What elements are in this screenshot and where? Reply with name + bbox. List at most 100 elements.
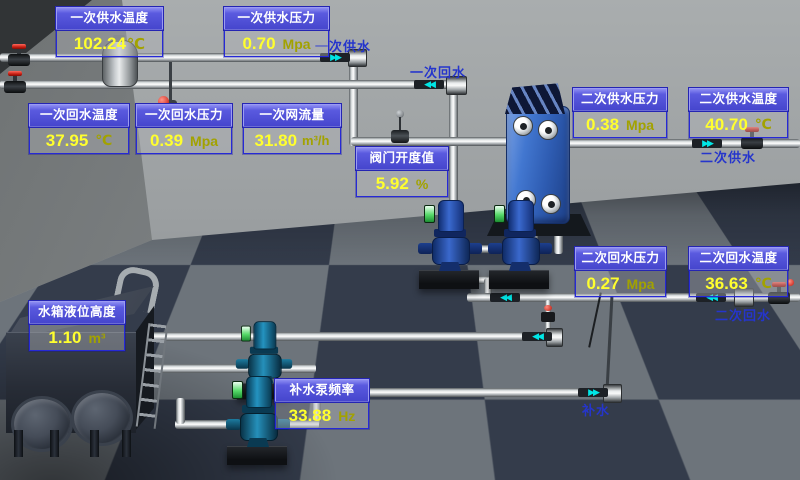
tag-value-box: 1.10 m³ (29, 324, 125, 351)
pump-volute (432, 237, 470, 265)
tag-title: 二次供水压力 (573, 88, 667, 111)
valve-handle (544, 305, 552, 311)
tag-unit: ℃ (127, 35, 145, 53)
circulation-pump-2[interactable] (488, 198, 552, 290)
tag-title: 二次回水温度 (689, 247, 788, 270)
tag-value: 33.88 (289, 406, 332, 426)
pipe-label-makeup-water: 补水 (582, 400, 610, 419)
plant-room-scene: ▶▶ ◀◀ ▶▶ ◀◀ ◀◀ ◀◀ ▶▶ (0, 0, 800, 480)
tank-leg (122, 430, 131, 457)
tag-title: 二次回水压力 (575, 247, 666, 270)
valve-body (4, 81, 26, 93)
pump-motor (508, 200, 534, 232)
flow-arrow-icon: ◀◀ (522, 332, 552, 341)
tag-makeup-pump-frequency: 补水泵频率 33.88Hz (275, 379, 369, 429)
tag-value-box: 31.80 m³/h (243, 127, 341, 154)
tag-secondary-supply-pressure: 二次供水压力 0.38 Mpa (573, 88, 667, 138)
tag-unit: Mpa (283, 36, 311, 52)
tag-value-box: 0.27 Mpa (575, 270, 666, 297)
tag-title: 一次回水温度 (29, 104, 129, 127)
tag-value-box: 0.70 Mpa (224, 30, 329, 57)
pipe-label-primary-return: 一次回水 (410, 62, 466, 81)
pump-base (419, 270, 479, 289)
tag-value: 0.39 (150, 131, 183, 151)
flow-arrow-icon: ◀◀ (490, 293, 520, 302)
hx-port-top-right (538, 120, 558, 140)
tag-title: 水箱液位高度 (29, 301, 125, 324)
pump-suction-stub (226, 419, 241, 430)
tag-value-box: 37.95℃ (29, 127, 129, 154)
valve-body (391, 130, 409, 143)
circulation-pump-1[interactable] (418, 198, 482, 290)
valve-indicator-red (787, 279, 794, 286)
tag-title: 二次供水温度 (689, 88, 788, 111)
tag-unit: Mpa (190, 133, 218, 149)
tag-title: 一次回水压力 (136, 104, 232, 127)
tank-leg (50, 430, 59, 457)
tag-value-box: 40.70 ℃ (689, 111, 788, 138)
hx-port-top-left (513, 116, 533, 136)
tag-unit: m³ (88, 330, 105, 346)
flow-arrow-icon: ◀◀ (414, 80, 444, 89)
pump-cone (509, 262, 531, 271)
valve-handle (12, 44, 26, 49)
pipe-secondary-supply (562, 139, 800, 148)
tag-unit: ℃ (755, 116, 772, 133)
valve-stem (399, 117, 401, 130)
valve-body (541, 312, 555, 322)
flow-arrow-icon: ▶▶ (578, 388, 608, 397)
pump-suction-stub (236, 359, 249, 369)
tag-value: 102.24 (74, 34, 126, 54)
tag-value: 31.80 (255, 131, 298, 151)
valve-body (8, 54, 30, 66)
tag-title: 一次供水压力 (224, 7, 329, 30)
pump-cone (247, 438, 269, 447)
pipe-primary-supply-riser (349, 58, 358, 146)
pipe-tank-fill (148, 332, 558, 341)
tag-title: 阀门开度值 (356, 147, 448, 170)
tag-value-box: 0.39 Mpa (136, 127, 232, 154)
tag-value-box: 102.24℃ (56, 30, 163, 57)
tag-valve-opening: 阀门开度值 5.92% (356, 147, 448, 197)
bypass-stem (169, 62, 172, 104)
pump-base (227, 446, 287, 465)
pump-run-indicator (494, 205, 505, 223)
pipe-tank-outlet (176, 398, 185, 424)
pump-volute (502, 237, 540, 265)
tag-unit: m³/h (302, 133, 329, 148)
tag-value-box: 0.38 Mpa (573, 111, 667, 138)
hx-tie-rods (505, 80, 565, 114)
tag-unit: Mpa (626, 117, 654, 133)
tag-value-box: 36.63℃ (689, 270, 788, 297)
tag-primary-network-flow: 一次网流量 31.80 m³/h (243, 104, 341, 154)
pump-motor (253, 321, 276, 349)
tag-secondary-supply-temp: 二次供水温度 40.70 ℃ (689, 88, 788, 138)
tag-value: 1.10 (48, 328, 81, 348)
pump-suction-stub (488, 243, 503, 254)
tag-unit: ℃ (755, 275, 772, 292)
tag-value: 0.27 (586, 274, 619, 294)
tank-leg (90, 430, 99, 457)
tag-primary-supply-temp: 一次供水温度 102.24℃ (56, 7, 163, 57)
tag-title: 一次网流量 (243, 104, 341, 127)
pipe-primary-return (0, 80, 452, 89)
pump-run-indicator (232, 381, 243, 399)
pump-suction-stub (418, 243, 433, 254)
tag-title: 一次供水温度 (56, 7, 163, 30)
valve-handle (8, 71, 22, 76)
tag-value: 0.70 (242, 34, 275, 54)
tag-unit: Mpa (627, 276, 655, 292)
tag-secondary-return-pressure: 二次回水压力 0.27 Mpa (575, 247, 666, 297)
tag-value-box: 33.88Hz (275, 402, 369, 429)
pipe-label-secondary-supply: 二次供水 (700, 147, 756, 166)
tag-value: 37.95 (46, 131, 89, 151)
pump-motor (438, 200, 464, 232)
tag-secondary-return-temp: 二次回水温度 36.63℃ (689, 247, 788, 297)
tag-value: 40.70 (705, 115, 748, 135)
tag-primary-supply-pressure: 一次供水压力 0.70 Mpa (224, 7, 329, 57)
tag-primary-return-temp: 一次回水温度 37.95℃ (29, 104, 129, 154)
pump-base (489, 270, 549, 289)
tag-value: 0.38 (586, 115, 619, 135)
tag-unit: % (416, 176, 428, 192)
pipe-label-secondary-return: 二次回水 (715, 305, 771, 324)
